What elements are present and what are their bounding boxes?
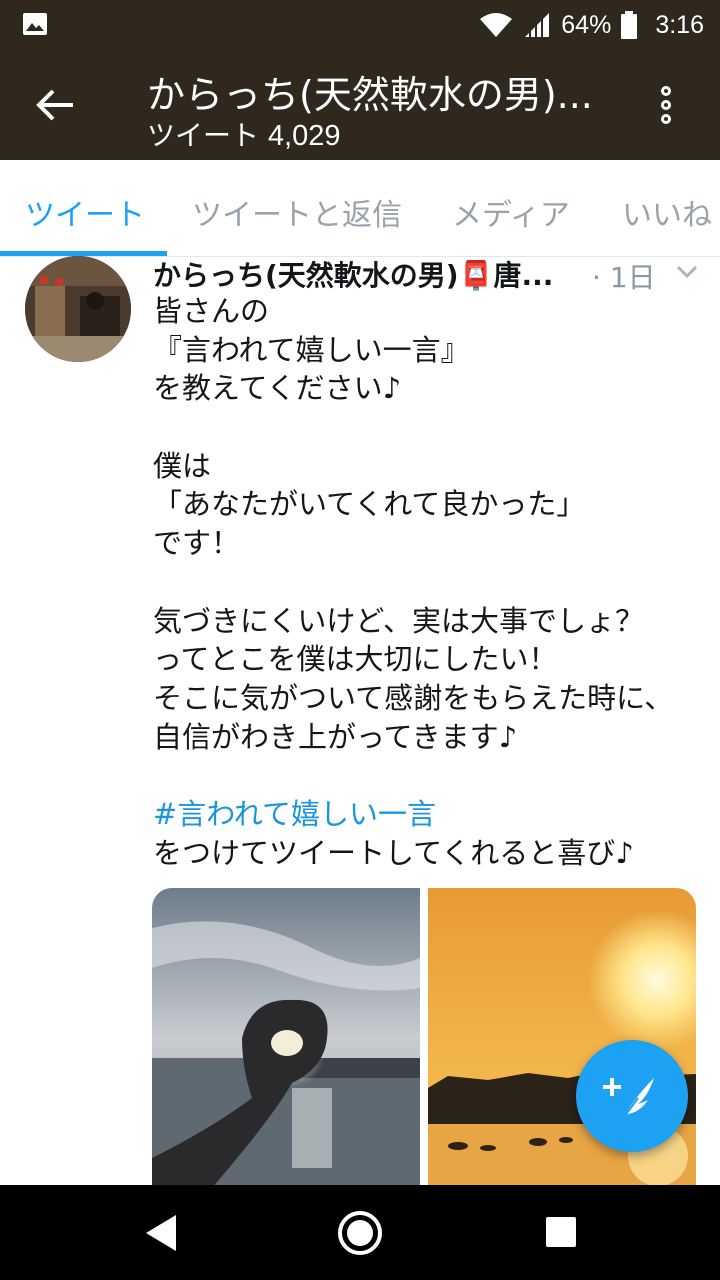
triangle-back-icon[interactable] bbox=[142, 1213, 180, 1253]
signal-icon bbox=[525, 13, 550, 37]
tweet-line: 気づきにくいけど、実は大事でしょ？ bbox=[153, 603, 644, 638]
hashtag-link[interactable]: #言われて嬉しい一言 bbox=[153, 795, 713, 834]
dot bbox=[661, 86, 671, 96]
clock: 3:16 bbox=[655, 10, 704, 39]
tweet-line: 『言われて嬉しい一言』 bbox=[153, 332, 470, 367]
tweet-count-value: 4,029 bbox=[267, 120, 341, 152]
tweet-line: 「あなたがいてくれて良かった」 bbox=[153, 487, 586, 522]
active-tab-indicator bbox=[0, 251, 167, 256]
circle-home-icon[interactable] bbox=[336, 1209, 384, 1257]
profile-header: からっち(天然軟水の男)... ツイート 4,029 bbox=[0, 50, 720, 160]
tweet-line: 皆さんの bbox=[153, 294, 270, 328]
compose-feather-icon bbox=[603, 1078, 654, 1121]
dot bbox=[661, 100, 671, 110]
photo-hand-sunset bbox=[152, 888, 420, 1188]
tweet-line: ってとこを僕は大切にしたい！ bbox=[153, 642, 558, 677]
tweet-line: 僕は bbox=[153, 448, 212, 483]
tweet-line bbox=[153, 563, 713, 602]
tweet-count: ツイート 4,029 bbox=[147, 114, 341, 154]
tweet-author[interactable]: からっち(天然軟水の男)📮唐... bbox=[153, 254, 553, 294]
system-nav-bar bbox=[0, 1185, 720, 1280]
battery-icon bbox=[621, 11, 638, 39]
profile-tabs: ツイート ツイートと返信 メディア いいね bbox=[0, 160, 720, 257]
tweet-line: です！ bbox=[153, 526, 241, 561]
avatar[interactable] bbox=[25, 256, 131, 362]
tweet-line: を教えてください♪ bbox=[153, 371, 402, 406]
compose-tweet-button[interactable] bbox=[576, 1040, 688, 1152]
more-vertical-icon[interactable] bbox=[652, 80, 682, 130]
tab-media[interactable]: メディア bbox=[452, 190, 570, 234]
arrow-left-icon[interactable] bbox=[30, 80, 80, 130]
status-bar: 64% 3:16 bbox=[0, 0, 720, 50]
tweet-line: をつけてツイートしてくれると喜び♪ bbox=[153, 835, 634, 870]
tab-tweets-and-replies[interactable]: ツイートと返信 bbox=[192, 190, 402, 234]
square-recents-icon[interactable] bbox=[544, 1215, 578, 1249]
tweet-line: そこに気がついて感謝をもらえた時に、 bbox=[153, 680, 674, 715]
dot bbox=[661, 114, 671, 124]
tweet-photo-hand[interactable] bbox=[152, 888, 420, 1188]
tweet-count-label: ツイート bbox=[147, 119, 260, 152]
tab-likes[interactable]: いいね bbox=[622, 190, 712, 234]
image-icon bbox=[23, 13, 47, 35]
tab-tweets[interactable]: ツイート bbox=[25, 190, 145, 234]
wifi-icon bbox=[480, 13, 513, 37]
tweet-text: 皆さんの 『言われて嬉しい一言』 を教えてください♪ 僕は 「あなたがいてくれて… bbox=[153, 292, 713, 872]
battery-percent: 64% bbox=[561, 10, 612, 39]
tweet-line bbox=[153, 408, 713, 447]
tweet-time: · 1日 bbox=[592, 261, 656, 294]
profile-name: からっち(天然軟水の男)... bbox=[147, 73, 593, 117]
tweet-line bbox=[153, 756, 713, 795]
chevron-down-icon[interactable] bbox=[675, 262, 699, 282]
avatar-image bbox=[25, 256, 131, 362]
tweet-line: 自信がわき上がってきます♪ bbox=[153, 719, 518, 754]
